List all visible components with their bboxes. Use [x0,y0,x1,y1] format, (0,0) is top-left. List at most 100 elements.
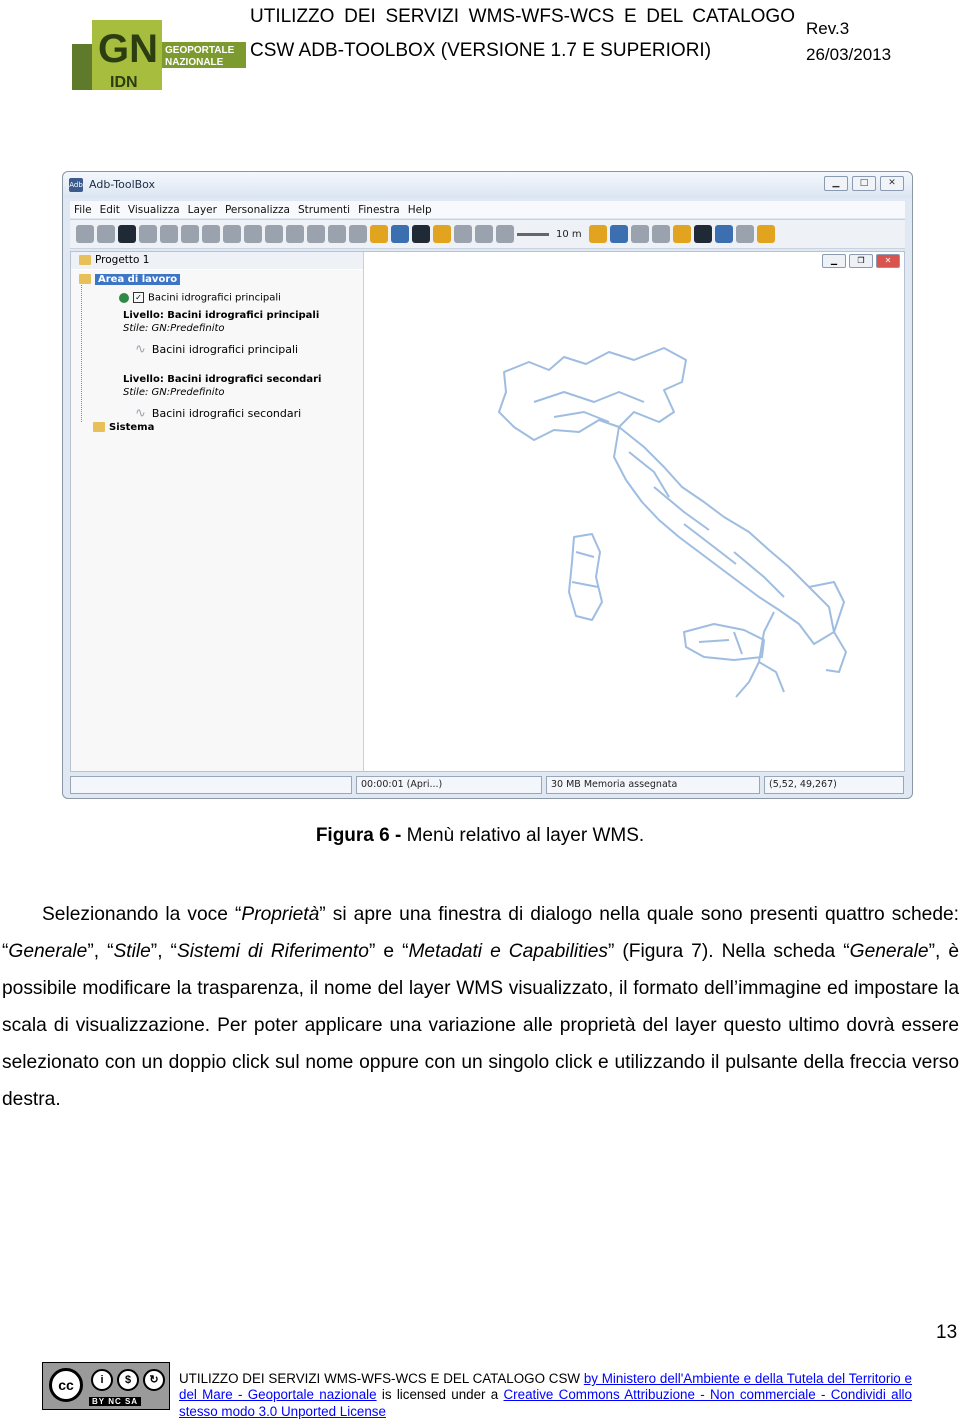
wms-globe-icon [119,292,129,303]
tree-node-workspace[interactable]: Area di lavoro [79,274,181,285]
label-icon[interactable] [756,225,775,243]
workspace-label: Area di lavoro [95,274,181,285]
zoom-window-icon[interactable] [202,225,220,243]
tree-node-layer1[interactable]: ✓ Bacini idrografici principali [119,292,281,304]
figure-caption: Figura 6 - Menù relativo al layer WMS. [0,825,960,847]
menu-help[interactable]: Help [408,204,432,216]
pan-hand-icon[interactable] [139,225,157,243]
maximize-button[interactable]: □ [852,176,876,191]
grid-icon[interactable] [307,225,325,243]
project-header: Progetto 1 [71,252,363,269]
revision-block: Rev.3 26/03/2013 [806,16,891,68]
cc-icon: cc [49,1368,83,1402]
layer1-legend: ∿ Bacini idrografici principali [135,342,299,357]
select-arrow-icon[interactable] [328,225,346,243]
layer2-style: Stile: GN:Predefinito [123,387,225,398]
map-view[interactable]: ▁ ❐ ✕ [364,252,904,771]
status-bar: 00:00:01 (Apri...) 30 MB Memoria assegna… [70,776,905,794]
layer2-legend: ∿ Bacini idrografici secondari [135,406,302,421]
body-paragraph: Selezionando la voce “Proprietà” si apre… [2,904,959,1110]
app-icon: Adb [69,178,83,192]
status-empty [70,776,352,794]
undo-icon[interactable] [454,225,472,243]
tools-icon[interactable] [349,225,367,243]
new-layer-icon[interactable] [76,225,94,243]
rectangle-icon[interactable] [496,225,514,243]
vector-icon[interactable] [609,225,628,243]
status-time: 00:00:01 (Apri...) [356,776,542,794]
menu-visualizza[interactable]: Visualizza [128,204,180,216]
menu-bar: File Edit Visualizza Layer Personalizza … [70,201,905,218]
creative-commons-badge: cc i $ ↻ BY NC SA [42,1362,170,1410]
chart-icon[interactable] [693,225,712,243]
layer1-level: Livello: Bacini idrografici principali [123,310,320,321]
svg-text:GEOPORTALE: GEOPORTALE [165,45,235,56]
term-generale: Generale [8,941,88,962]
ruler-icon[interactable] [433,225,451,243]
print-icon[interactable] [735,225,754,243]
menu-layer[interactable]: Layer [188,204,217,216]
project-icon [79,255,91,265]
zoom-in-icon[interactable] [160,225,178,243]
menu-file[interactable]: File [74,204,92,216]
line-symbol-icon: ∿ [135,406,146,421]
layer2-level: Livello: Bacini idrografici secondari [123,374,322,385]
layer1-style: Stile: GN:Predefinito [123,323,225,334]
geoportale-logo: GN IDN GEOPORTALE NAZIONALE [70,14,248,92]
term-sistemi-riferimento: Sistemi di Riferimento [176,941,369,962]
n-icon[interactable] [672,225,691,243]
term-proprieta: Proprietà [241,904,320,925]
scale-slider[interactable] [517,232,549,236]
package-icon[interactable] [370,225,388,243]
redo-icon[interactable] [475,225,493,243]
document-title: UTILIZZO DEI SERVIZI WMS-WFS-WCS E DEL C… [250,6,795,61]
menu-edit[interactable]: Edit [100,204,120,216]
window-title: Adb-ToolBox [89,178,156,191]
menu-personalizza[interactable]: Personalizza [225,204,290,216]
scale-value: 10 m [556,228,582,240]
layer-checkbox[interactable]: ✓ [133,292,144,303]
svg-text:NAZIONALE: NAZIONALE [165,57,224,68]
table-icon[interactable] [412,225,430,243]
svg-text:IDN: IDN [110,74,138,91]
figure-label: Figura 6 - [315,825,402,846]
page-number: 13 [936,1322,958,1343]
info-icon[interactable] [391,225,409,243]
tree-node-system[interactable]: Sistema [93,422,154,433]
nc-dollar-icon: $ [117,1369,139,1391]
status-memory: 30 MB Memoria assegnata [546,776,760,794]
back-icon[interactable] [244,225,262,243]
pin-icon[interactable] [630,225,649,243]
folder-icon [79,274,91,284]
workspace: Progetto 1 Area di lavoro ✓ Bacini idrogr… [70,251,905,772]
idra-icon[interactable] [714,225,733,243]
layer1-name: Bacini idrografici principali [148,292,281,304]
menu-finestra[interactable]: Finestra [358,204,400,216]
svg-text:GN: GN [98,27,158,71]
term-metadati: Metadati e Capabilities [408,941,608,962]
zoom-icon[interactable] [118,225,136,243]
sa-share-icon: ↻ [143,1369,165,1391]
toolbar: 10 m [70,219,905,249]
term-generale-2: Generale [849,941,929,962]
folder-icon [93,422,105,432]
italy-basins-map [498,347,847,698]
minimize-button[interactable]: ▁ [824,176,848,191]
cc-license-label: BY NC SA [89,1397,142,1406]
license-footer: UTILIZZO DEI SERVIZI WMS-WFS-WCS E DEL C… [179,1371,913,1419]
forward-icon[interactable] [265,225,283,243]
triangle-icon[interactable] [651,225,670,243]
lightning-icon[interactable] [588,225,607,243]
add-layer-icon[interactable] [97,225,115,243]
refresh-icon[interactable] [286,225,304,243]
zoom-out-icon[interactable] [223,225,241,243]
menu-strumenti[interactable]: Strumenti [298,204,350,216]
globe-icon[interactable] [181,225,199,243]
window-titlebar: Adb Adb-ToolBox ▁ □ ✕ [63,172,912,198]
by-person-icon: i [91,1369,113,1391]
close-button[interactable]: ✕ [880,176,904,191]
figure-text: Menù relativo al layer WMS. [401,825,645,846]
layer-panel: Progetto 1 Area di lavoro ✓ Bacini idrogr… [71,252,364,771]
revision: Rev.3 [806,19,850,38]
line-symbol-icon: ∿ [135,342,146,357]
